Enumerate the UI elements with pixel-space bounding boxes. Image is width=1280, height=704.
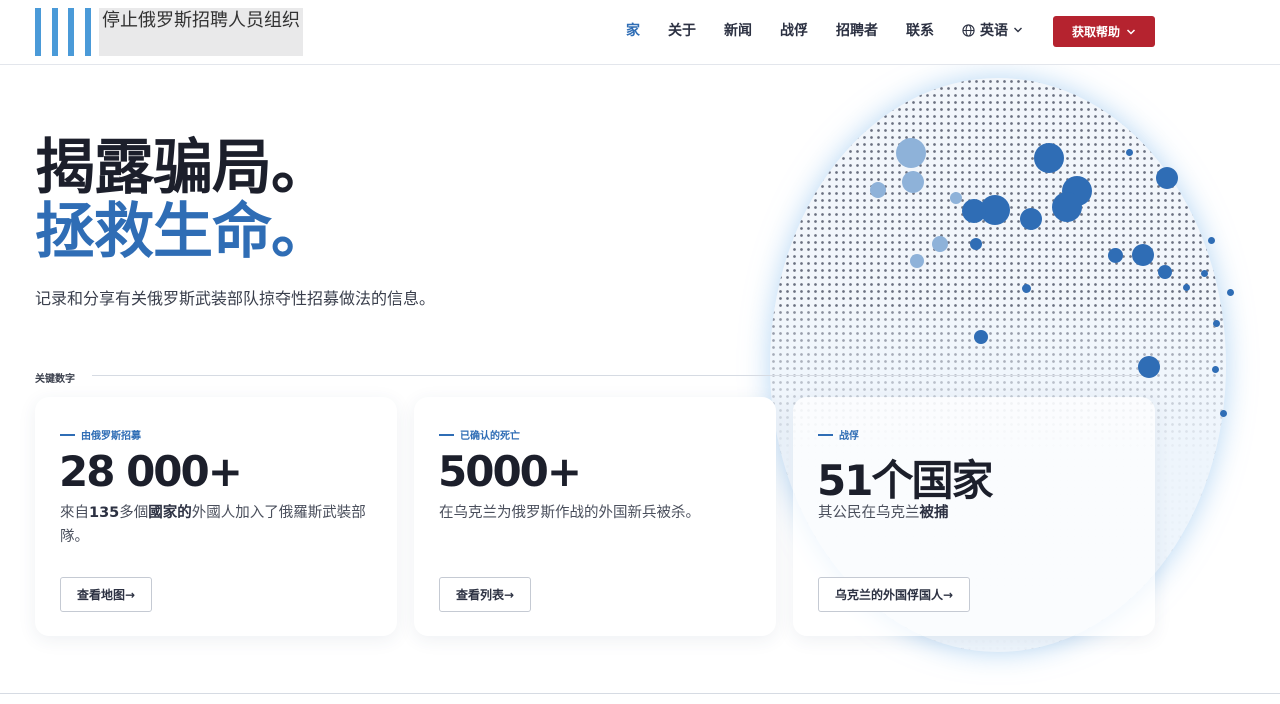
map-marker [970,238,982,250]
logo-text: 停止俄罗斯招聘人员组织 [99,8,303,56]
map-marker [1212,366,1219,373]
card-tag-label: 由俄罗斯招募 [81,431,141,442]
map-marker [932,236,948,252]
card-description: 其公民在乌克兰被捕 [818,501,1138,525]
view-map-button[interactable]: 查看地图→ [60,577,153,612]
desc-strong: 135 [89,505,120,521]
map-marker [1227,289,1234,296]
map-marker [950,192,962,204]
logo-mark-icon [35,8,91,56]
nav-item-pows[interactable]: 战俘 [780,20,808,40]
nav-item-home[interactable]: 家 [626,20,640,40]
dash-icon [818,433,833,436]
card-tag: 由俄罗斯招募 [60,427,141,442]
map-marker [910,254,924,268]
stat-card-deaths: 已确认的死亡 5000+ 在乌克兰为俄罗斯作战的外国新兵被杀。 查看列表→ [414,397,776,636]
map-marker [1034,143,1064,173]
card-value: 28 000+ [59,447,243,496]
map-marker [962,199,986,223]
map-marker [1158,265,1172,279]
map-marker [1220,410,1227,417]
map-marker [1213,320,1220,327]
hero-title-line2: 拯救生命。 [35,197,331,267]
map-marker [1020,208,1042,230]
map-marker [1156,167,1178,189]
language-selector[interactable]: 英语 [962,20,1023,40]
foreign-pows-button[interactable]: 乌克兰的外国俘国人→ [818,577,971,612]
map-marker [1183,284,1190,291]
get-help-button[interactable]: 获取帮助 [1053,16,1155,47]
card-tag-label: 已确认的死亡 [460,431,520,442]
site-logo[interactable]: 停止俄罗斯招聘人员组织 [35,8,303,56]
nav-item-news[interactable]: 新闻 [724,20,752,40]
card-description: 來自135多個國家的外國人加入了俄羅斯武裝部隊。 [60,501,380,549]
site-header: 停止俄罗斯招聘人员组织 家 关于 新闻 战俘 招聘者 联系 英语 获取帮助 [0,0,1280,65]
card-value: 51个国家 [817,456,993,505]
nav-item-about[interactable]: 关于 [668,20,696,40]
nav-item-contact[interactable]: 联系 [906,20,934,40]
desc-strong: 國家的 [148,505,192,521]
chevron-down-icon [1126,28,1136,35]
desc-text: 其公民在乌克兰 [818,505,920,521]
globe-icon [962,23,975,37]
bottom-divider [0,693,1280,694]
map-marker [1126,149,1133,156]
hero-title-line1: 揭露骗局。 [35,133,331,203]
map-marker [1022,284,1031,293]
map-marker [1138,356,1160,378]
map-marker [870,182,886,198]
card-tag: 战俘 [818,427,859,442]
card-tag-label: 战俘 [839,431,859,442]
map-marker [1208,237,1215,244]
main-nav: 家 关于 新闻 战俘 招聘者 联系 英语 [612,20,1023,40]
view-list-button[interactable]: 查看列表→ [439,577,532,612]
card-description: 在乌克兰为俄罗斯作战的外国新兵被杀。 [439,505,700,521]
get-help-label: 获取帮助 [1071,25,1120,39]
dash-icon [60,433,75,436]
hero-title: 揭露骗局。 拯救生命。 [35,133,331,267]
map-marker [902,171,924,193]
dash-icon [439,433,454,436]
map-marker [1132,244,1154,266]
desc-strong: 被捕 [919,505,949,521]
map-marker [1201,270,1208,277]
desc-text: 多個 [119,505,149,521]
map-marker [1108,248,1123,263]
card-value: 5000+ [438,447,582,496]
map-marker [896,138,926,168]
stat-card-pows: 战俘 51个国家 其公民在乌克兰被捕 乌克兰的外国俘国人→ [793,397,1155,636]
nav-item-recruiters[interactable]: 招聘者 [836,20,878,40]
hero-subtitle: 记录和分享有关俄罗斯武装部队掠夺性招募做法的信息。 [35,289,436,308]
map-marker [974,330,988,344]
desc-text: 來自 [60,505,89,521]
language-label: 英语 [980,23,1008,39]
section-divider [92,375,1155,376]
section-label: 关键数字 [35,374,75,385]
card-tag: 已确认的死亡 [439,427,520,442]
chevron-down-icon [1014,27,1022,33]
stat-card-recruited: 由俄罗斯招募 28 000+ 來自135多個國家的外國人加入了俄羅斯武裝部隊。 … [35,397,397,636]
map-marker [1052,192,1082,222]
